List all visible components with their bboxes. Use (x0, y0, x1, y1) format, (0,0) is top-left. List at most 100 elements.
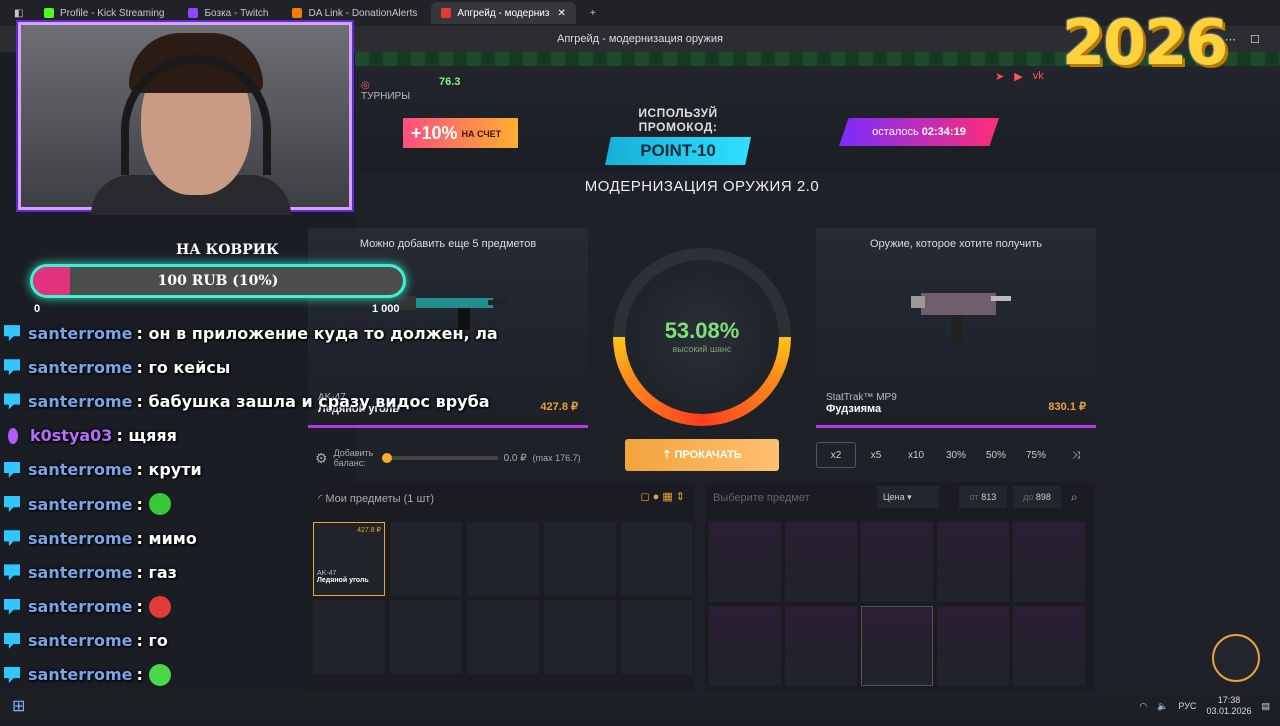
chat-message: santerrome: го кейсы (4, 350, 474, 384)
chat-username: santerrome (28, 597, 133, 617)
multiplier-50[interactable]: 50% (976, 442, 1016, 468)
tab-kick[interactable]: Profile - Kick Streaming (34, 2, 174, 24)
shop-item[interactable] (861, 522, 933, 602)
kick-badge-icon (4, 496, 20, 513)
twitch-icon (188, 8, 199, 18)
new-tab-button[interactable]: + (580, 2, 606, 24)
multiplier-x10[interactable]: x10 (896, 442, 936, 468)
browser-menu-icon[interactable]: ◧ (4, 2, 30, 24)
chat-username: santerrome (28, 391, 133, 411)
windows-start-icon[interactable]: ⊞ (12, 696, 25, 716)
shop-item[interactable] (709, 606, 781, 686)
chat-message: k0stya03: щяяя (4, 419, 474, 453)
chat-text: : щяяя (116, 426, 177, 446)
bookmark-icon[interactable]: ☐ (1250, 33, 1260, 46)
volume-icon[interactable]: 🔈 (1157, 701, 1168, 712)
support-chat-icon[interactable] (1212, 634, 1260, 682)
chat-message: santerrome: (4, 658, 474, 692)
system-tray: ◠ 🔈 РУС 17:38 03.01.2026 ▤ (1139, 692, 1270, 720)
multiplier-x5[interactable]: x5 (856, 442, 896, 468)
clock[interactable]: 17:38 03.01.2026 (1206, 695, 1251, 717)
page-title: Апгрейд - модернизация оружия (556, 33, 723, 45)
bonus-label: НА СЧЕТ (461, 129, 502, 140)
close-icon[interactable]: ✕ (557, 8, 565, 19)
empty-slot (621, 600, 693, 674)
emote-icon (148, 663, 171, 686)
chat-message: santerrome: мимо (4, 521, 474, 555)
chat-username: k0stya03 (30, 426, 113, 446)
new-year-decoration: 2026 (1062, 6, 1229, 79)
shop-item[interactable] (937, 606, 1009, 686)
chat-message: santerrome: (4, 590, 474, 624)
donation-goal-bar: 100 RUB (10%) (30, 264, 406, 298)
shop-item[interactable] (785, 522, 857, 602)
upgrade-button[interactable]: ⇡ ПРОКАЧАТЬ (625, 439, 779, 471)
price-from-input[interactable]: от 813 (959, 486, 1007, 508)
chat-username: santerrome (28, 460, 133, 480)
shuffle-icon[interactable]: ⤨ (1056, 442, 1096, 468)
chat-text: : газ (136, 562, 177, 582)
balance-value: 0.0 ₽ (503, 452, 527, 464)
chat-message: santerrome: он в приложение куда то долж… (4, 316, 498, 350)
card-price: 427.8 ₽ (540, 401, 578, 413)
chat-username: santerrome (28, 665, 133, 685)
tab-upgrade[interactable]: Апгрейд - модерниз ✕ (431, 2, 576, 24)
tab-label: DA Link - DonationAlerts (308, 7, 418, 19)
card-weapon: StatTrak™ MP9 (826, 392, 897, 403)
chat-text: : мимо (136, 528, 197, 548)
multiplier-75[interactable]: 75% (1016, 442, 1056, 468)
vk-icon[interactable]: vk (1033, 70, 1044, 83)
chat-message: santerrome: крути (4, 453, 474, 487)
chance-label: высокий шанс (672, 344, 732, 354)
promo-code[interactable]: POINT-10 (605, 137, 751, 165)
empty-slot (544, 600, 616, 674)
clock-time: 17:38 (1217, 695, 1241, 705)
taskbar: ⊞ ◠ 🔈 РУС 17:38 03.01.2026 ▤ (0, 692, 1280, 720)
shop-item[interactable] (785, 606, 857, 686)
clock-date: 03.01.2026 (1206, 706, 1252, 716)
timer-label: осталось (872, 126, 919, 138)
page-heading: МОДЕРНИЗАЦИЯ ОРУЖИЯ 2.0 (584, 178, 820, 195)
card-hint: Оружие, которое хотите получить (869, 238, 1043, 250)
donation-goal-title: НА КОВРИК (176, 242, 279, 258)
shop-item[interactable] (709, 522, 781, 602)
youtube-icon[interactable]: ▶ (1014, 70, 1022, 83)
multiplier-30[interactable]: 30% (936, 442, 976, 468)
site-icon (441, 8, 452, 18)
chat-text: : го (136, 631, 168, 651)
telegram-icon[interactable]: ➤ (995, 70, 1004, 83)
donation-goal-text: 100 RUB (10%) (157, 273, 279, 289)
emote-icon (148, 595, 171, 618)
multiplier-x2[interactable]: x2 (816, 442, 856, 468)
tournaments-link[interactable]: ◎ ТУРНИРЫ (361, 80, 410, 102)
donation-goal-max: 1 000 (372, 303, 400, 315)
bonus-banner[interactable]: +10% НА СЧЕТ (403, 118, 518, 148)
sort-select[interactable]: Цена ▾ (877, 486, 939, 508)
empty-slot (467, 522, 539, 596)
notification-icon[interactable]: ▤ (1261, 701, 1270, 712)
balance-max: (max 176.7) (532, 453, 581, 463)
search-icon[interactable]: ⌕ (1071, 490, 1078, 505)
view-toggle[interactable]: ◻ ● ▦ ⇕ (640, 490, 685, 503)
arrows-up-icon: ⇡ (662, 449, 675, 461)
chance-wheel: 53.08% высокий шанс (613, 248, 791, 426)
shop-item[interactable] (1013, 606, 1085, 686)
sort-label: Цена (883, 492, 905, 502)
tab-donationalerts[interactable]: DA Link - DonationAlerts (282, 2, 427, 24)
chat-username: santerrome (28, 357, 133, 377)
chat-text: : (136, 665, 143, 685)
empty-slot (621, 522, 693, 596)
shop-placeholder: Выберите предмет (713, 492, 810, 504)
shop-item[interactable] (861, 606, 933, 686)
chat-text: : (136, 597, 143, 617)
chat-overlay: santerrome: он в приложение куда то долж… (4, 316, 498, 726)
shop-item[interactable] (1013, 522, 1085, 602)
tab-twitch[interactable]: Бозка - Twitch (178, 2, 278, 24)
shop-panel: Выберите предмет Цена ▾ от 813 до 898 ⌕ (705, 482, 1095, 692)
shop-item[interactable] (937, 522, 1009, 602)
kick-badge-icon (4, 666, 20, 683)
chat-text: : (136, 494, 143, 514)
target-item-card[interactable]: Оружие, которое хотите получить StatTrak… (816, 228, 1096, 428)
language-indicator[interactable]: РУС (1178, 701, 1196, 711)
price-to-input[interactable]: до 898 (1013, 486, 1061, 508)
